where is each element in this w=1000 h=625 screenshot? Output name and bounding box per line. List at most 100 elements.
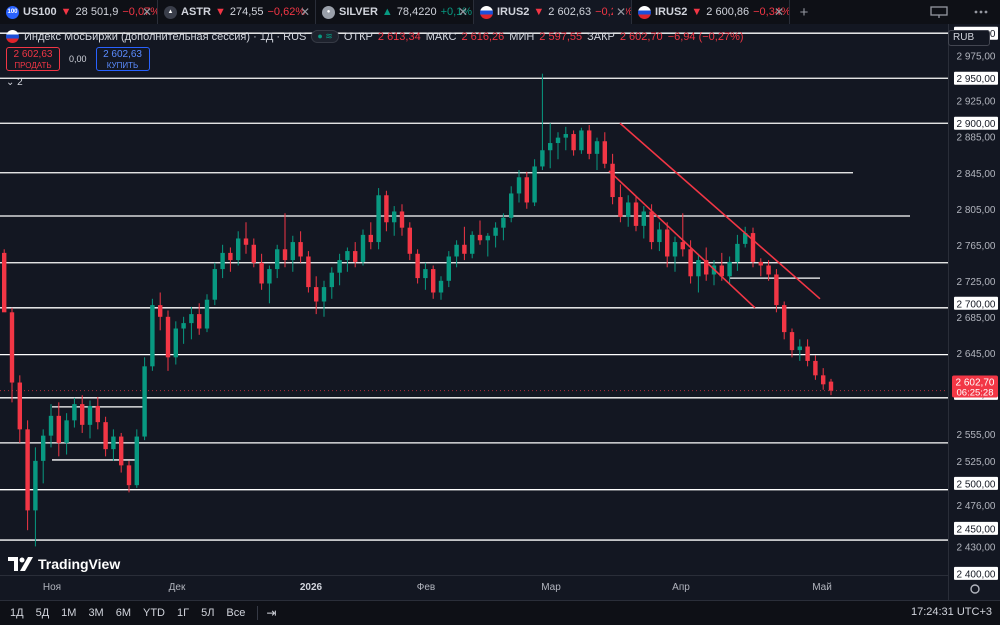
candle-body[interactable]	[828, 381, 834, 391]
candle-body[interactable]	[150, 305, 155, 367]
candle-body[interactable]	[571, 134, 576, 151]
range-button[interactable]: 5Л	[195, 607, 220, 619]
range-button[interactable]: 1Д	[4, 607, 30, 619]
new-tab-button[interactable]: +	[790, 0, 818, 24]
close-tab-icon[interactable]: ✕	[455, 5, 468, 19]
candle-body[interactable]	[197, 314, 202, 329]
candle-body[interactable]	[173, 328, 178, 358]
candle-body[interactable]	[103, 422, 108, 450]
candle-body[interactable]	[314, 287, 319, 302]
candle-body[interactable]	[579, 130, 584, 151]
candle-body[interactable]	[540, 150, 545, 167]
candle-body[interactable]	[360, 234, 366, 262]
candle-body[interactable]	[134, 436, 139, 486]
candle-body[interactable]	[111, 436, 116, 450]
currency-select[interactable]: RUB	[948, 30, 990, 46]
channel-line-lower[interactable]	[608, 170, 756, 309]
candle-body[interactable]	[9, 312, 15, 383]
range-button[interactable]: YTD	[137, 607, 171, 619]
close-tab-icon[interactable]: ✕	[771, 5, 784, 19]
candle-body[interactable]	[259, 262, 264, 284]
candle-body[interactable]	[337, 260, 342, 273]
candle-body[interactable]	[555, 137, 561, 144]
candle-body[interactable]	[789, 332, 795, 351]
candle-body[interactable]	[680, 242, 685, 250]
candle-body[interactable]	[602, 141, 607, 164]
tradingview-logo[interactable]: TradingView	[8, 556, 120, 572]
candle-body[interactable]	[251, 244, 256, 263]
candle-body[interactable]	[758, 261, 763, 266]
candle-body[interactable]	[774, 274, 779, 306]
candle-body[interactable]	[524, 177, 529, 203]
candle-body[interactable]	[119, 436, 124, 466]
candle-body[interactable]	[610, 163, 615, 198]
candle-body[interactable]	[95, 405, 100, 423]
candle-body[interactable]	[454, 244, 459, 257]
candle-body[interactable]	[87, 405, 93, 425]
range-button[interactable]: Все	[220, 607, 251, 619]
candle-body[interactable]	[509, 193, 514, 218]
close-tab-icon[interactable]: ✕	[139, 5, 152, 19]
candle-body[interactable]	[735, 243, 740, 262]
clock-readout[interactable]: 17:24:31 UTC+3	[911, 606, 992, 618]
close-tab-icon[interactable]: ✕	[297, 5, 310, 19]
candle-body[interactable]	[672, 242, 678, 257]
candle-body[interactable]	[587, 130, 592, 154]
candle-body[interactable]	[477, 234, 483, 241]
candle-body[interactable]	[516, 177, 522, 194]
candle-body[interactable]	[805, 346, 810, 361]
tab-silver[interactable]: ● SILVER ▲ 78,4220 +0,1% ✕	[316, 0, 474, 24]
candle-body[interactable]	[438, 280, 444, 293]
candle-body[interactable]	[126, 465, 132, 486]
tab-us100[interactable]: 100 US100 ▼ 28 501,9 −0,07% ✕	[0, 0, 158, 24]
candle-body[interactable]	[2, 252, 7, 313]
candle-body[interactable]	[750, 233, 756, 262]
layout-icon[interactable]	[930, 6, 948, 18]
candle-body[interactable]	[275, 249, 280, 270]
buy-button[interactable]: 2 602,63 КУПИТЬ	[95, 47, 150, 71]
close-tab-icon[interactable]: ✕	[612, 5, 626, 19]
candle-body[interactable]	[41, 435, 46, 461]
candle-body[interactable]	[212, 269, 217, 300]
candle-body[interactable]	[696, 260, 701, 277]
candle-body[interactable]	[727, 261, 732, 277]
candle-body[interactable]	[415, 253, 420, 279]
range-button[interactable]: 3М	[82, 607, 109, 619]
candle-body[interactable]	[641, 211, 646, 226]
candle-body[interactable]	[633, 202, 639, 226]
candle-body[interactable]	[353, 251, 358, 262]
chart-area[interactable]: 3 000,002 975,002 950,002 925,002 900,00…	[0, 24, 1000, 600]
candle-body[interactable]	[345, 251, 350, 261]
candle-body[interactable]	[384, 195, 389, 223]
candle-body[interactable]	[594, 141, 600, 154]
candle-body[interactable]	[407, 227, 412, 254]
candle-body[interactable]	[80, 404, 85, 425]
candle-body[interactable]	[306, 256, 311, 288]
candle-body[interactable]	[298, 242, 303, 257]
candle-body[interactable]	[618, 197, 623, 217]
candle-body[interactable]	[431, 269, 436, 293]
candle-body[interactable]	[189, 314, 194, 324]
candle-body[interactable]	[228, 252, 233, 261]
candle-body[interactable]	[236, 238, 241, 261]
candle-body[interactable]	[165, 316, 171, 358]
candle-body[interactable]	[399, 211, 405, 228]
symbol-title[interactable]: Индекс МосБиржи (дополнительная сессия) …	[24, 31, 306, 43]
candle-body[interactable]	[392, 211, 397, 223]
tab-irus2b[interactable]: IRUS2 ▼ 2 600,86 −0,34% ✕	[632, 0, 790, 24]
range-button[interactable]: 1Г	[171, 607, 195, 619]
candle-body[interactable]	[282, 249, 288, 261]
candle-body[interactable]	[321, 287, 327, 302]
range-button[interactable]: 1М	[55, 607, 82, 619]
candle-body[interactable]	[626, 202, 631, 217]
candle-body[interactable]	[368, 234, 373, 243]
goto-date-icon[interactable]: ⇥	[266, 606, 276, 620]
range-button[interactable]: 6М	[110, 607, 137, 619]
candle-body[interactable]	[243, 238, 249, 245]
candle-body[interactable]	[25, 429, 30, 511]
candle-body[interactable]	[72, 404, 77, 421]
candle-body[interactable]	[142, 366, 147, 437]
candle-body[interactable]	[267, 269, 272, 284]
range-button[interactable]: 5Д	[30, 607, 56, 619]
candle-body[interactable]	[33, 460, 38, 511]
